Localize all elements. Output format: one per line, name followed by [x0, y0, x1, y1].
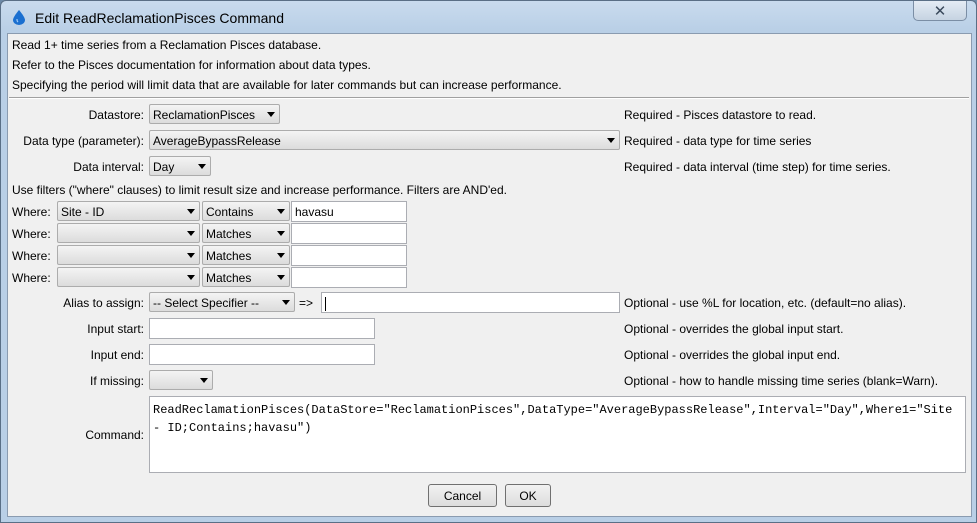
- input-start-note: Optional - overrides the global input st…: [624, 322, 844, 336]
- chevron-down-icon: [282, 300, 290, 305]
- where-field-value: Site - ID: [61, 205, 105, 219]
- chevron-down-icon: [187, 209, 195, 214]
- where-operator-value: Matches: [206, 227, 252, 241]
- where-operator-value: Matches: [206, 249, 252, 263]
- where-label: Where:: [12, 227, 51, 241]
- input-end-label: Input end:: [90, 348, 144, 362]
- text-caret: [325, 296, 326, 311]
- if-missing-note: Optional - how to handle missing time se…: [624, 374, 939, 388]
- where-field-select[interactable]: [57, 223, 200, 243]
- close-button[interactable]: ✕: [913, 1, 967, 21]
- chevron-down-icon: [198, 164, 206, 169]
- where-operator-select[interactable]: Matches: [202, 267, 290, 287]
- where-value-input[interactable]: [291, 245, 407, 266]
- chevron-down-icon: [187, 275, 195, 280]
- title-bar[interactable]: Edit ReadReclamationPisces Command ✕: [1, 1, 976, 33]
- where-operator-value: Contains: [206, 205, 254, 219]
- alias-note: Optional - use %L for location, etc. (de…: [624, 296, 907, 310]
- where-field-select[interactable]: Site - ID: [57, 201, 200, 221]
- alias-input[interactable]: [321, 292, 620, 313]
- chevron-down-icon: [277, 231, 285, 236]
- input-end-input[interactable]: [149, 344, 375, 365]
- where-label: Where:: [12, 271, 51, 285]
- alias-specifier-select[interactable]: -- Select Specifier --: [149, 292, 295, 312]
- interval-note: Required - data interval (time step) for…: [624, 160, 891, 174]
- window-title: Edit ReadReclamationPisces Command: [35, 10, 284, 26]
- alias-specifier-value: -- Select Specifier --: [153, 296, 260, 310]
- chevron-down-icon: [277, 253, 285, 258]
- if-missing-select[interactable]: [149, 370, 213, 390]
- where-operator-select[interactable]: Matches: [202, 245, 290, 265]
- datatype-select[interactable]: AverageBypassRelease: [149, 130, 620, 150]
- command-label: Command:: [85, 428, 144, 442]
- chevron-down-icon: [200, 378, 208, 383]
- water-drop-icon: [13, 10, 25, 25]
- interval-value: Day: [153, 160, 175, 174]
- where-operator-select[interactable]: Matches: [202, 223, 290, 243]
- dialog-content: Read 1+ time series from a Reclamation P…: [7, 33, 972, 517]
- filters-heading: Use filters ("where" clauses) to limit r…: [12, 183, 507, 197]
- datatype-value: AverageBypassRelease: [153, 134, 281, 148]
- datatype-note: Required - data type for time series: [624, 134, 812, 148]
- chevron-down-icon: [607, 138, 615, 143]
- where-field-select[interactable]: [57, 267, 200, 287]
- datastore-note: Required - Pisces datastore to read.: [624, 108, 817, 122]
- intro-line-3: Specifying the period will limit data th…: [12, 78, 562, 92]
- intro-line-1: Read 1+ time series from a Reclamation P…: [12, 38, 322, 52]
- command-textarea[interactable]: ReadReclamationPisces(DataStore="Reclama…: [149, 396, 966, 473]
- chevron-down-icon: [187, 231, 195, 236]
- datastore-select[interactable]: ReclamationPisces: [149, 104, 280, 124]
- input-start-label: Input start:: [87, 322, 144, 336]
- where-label: Where:: [12, 205, 51, 219]
- interval-select[interactable]: Day: [149, 156, 211, 176]
- chevron-down-icon: [277, 275, 285, 280]
- chevron-down-icon: [267, 112, 275, 117]
- datastore-value: ReclamationPisces: [153, 108, 256, 122]
- alias-label: Alias to assign:: [63, 296, 144, 310]
- chevron-down-icon: [277, 209, 285, 214]
- close-icon: ✕: [933, 2, 947, 20]
- where-value-input[interactable]: [291, 223, 407, 244]
- datastore-label: Datastore:: [88, 108, 144, 122]
- where-value-input[interactable]: [291, 267, 407, 288]
- where-value-input[interactable]: havasu: [291, 201, 407, 222]
- where-field-select[interactable]: [57, 245, 200, 265]
- datatype-label: Data type (parameter):: [23, 134, 144, 148]
- input-start-input[interactable]: [149, 318, 375, 339]
- intro-line-2: Refer to the Pisces documentation for in…: [12, 58, 371, 72]
- alias-arrow: =>: [299, 296, 314, 310]
- cancel-button[interactable]: Cancel: [428, 484, 497, 507]
- where-operator-value: Matches: [206, 271, 252, 285]
- dialog-window: Edit ReadReclamationPisces Command ✕ Rea…: [0, 0, 977, 523]
- chevron-down-icon: [187, 253, 195, 258]
- interval-label: Data interval:: [73, 160, 144, 174]
- where-operator-select[interactable]: Contains: [202, 201, 290, 221]
- input-end-note: Optional - overrides the global input en…: [624, 348, 841, 362]
- ok-button[interactable]: OK: [505, 484, 551, 507]
- if-missing-label: If missing:: [89, 374, 144, 388]
- separator-highlight: [9, 98, 969, 99]
- where-label: Where:: [12, 249, 51, 263]
